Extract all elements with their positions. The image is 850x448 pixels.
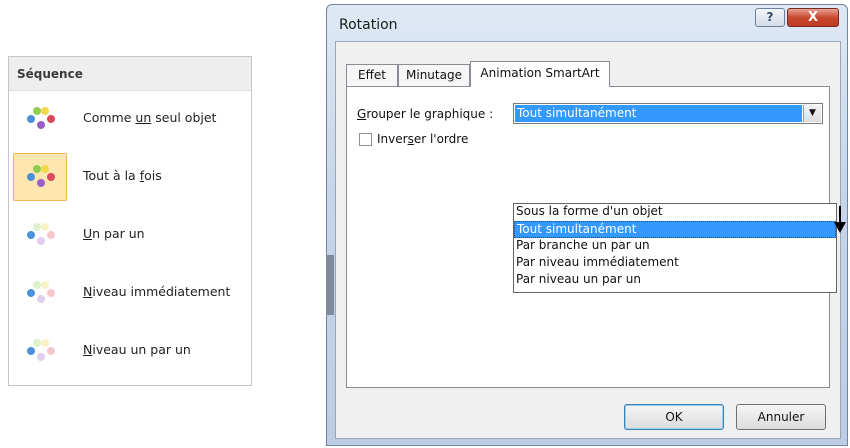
dropdown-option[interactable]: Par branche un par un	[514, 238, 836, 255]
sequence-option-as-one-object[interactable]: Comme un seul objet	[11, 93, 249, 145]
sequence-dots-icon	[27, 223, 55, 245]
sequence-option-level-one-by-one[interactable]: Niveau un par un	[11, 325, 249, 377]
sequence-option-label: Un par un	[83, 226, 145, 241]
sequence-dot	[47, 173, 55, 181]
sequence-dot	[41, 107, 49, 115]
sequence-dots-icon	[27, 281, 55, 303]
sequence-dot	[33, 339, 41, 347]
dropdown-option-selected[interactable]: Tout simultanément	[514, 221, 836, 238]
tab-effet[interactable]: Effet	[346, 64, 398, 86]
chevron-down-icon: ▼	[809, 108, 816, 118]
group-graphic-combobox[interactable]: Tout simultanément ▼	[513, 103, 823, 124]
sequence-dot	[33, 107, 41, 115]
help-button[interactable]: ?	[755, 8, 785, 27]
sequence-option-all-at-once[interactable]: Tout à la fois	[11, 151, 249, 203]
sequence-option-label: Tout à la fois	[83, 168, 162, 183]
dialog-title: Rotation	[339, 17, 398, 33]
group-graphic-label: Grouper le graphique :	[357, 107, 494, 121]
sequence-header: Séquence	[9, 57, 251, 91]
dropdown-option[interactable]: Par niveau un par un	[514, 272, 836, 289]
sequence-dot	[27, 347, 35, 355]
sequence-dot	[33, 165, 41, 173]
sequence-dot	[27, 115, 35, 123]
sequence-dots-icon	[27, 339, 55, 361]
sequence-option-label: Niveau immédiatement	[83, 284, 231, 299]
close-button[interactable]: X	[787, 8, 839, 27]
tab-minutage[interactable]: Minutage	[398, 64, 470, 86]
sequence-dot	[27, 173, 35, 181]
sequence-dot	[47, 115, 55, 123]
down-arrow-icon	[834, 206, 846, 233]
sequence-dot	[33, 223, 41, 231]
sequence-option-one-by-one[interactable]: Un par un	[11, 209, 249, 261]
sequence-dot	[37, 237, 45, 245]
sequence-option-label: Niveau un par un	[83, 342, 191, 357]
sequence-dot	[37, 295, 45, 303]
sequence-dot	[41, 339, 49, 347]
sequence-dot	[41, 165, 49, 173]
sequence-dot	[27, 231, 35, 239]
sequence-option-level-at-once[interactable]: Niveau immédiatement	[11, 267, 249, 319]
sequence-dot	[47, 347, 55, 355]
sequence-dot	[37, 353, 45, 361]
tab-animation-smartart[interactable]: Animation SmartArt	[470, 61, 610, 87]
dialog-client-area: Effet Minutage Animation SmartArt Groupe…	[335, 41, 846, 439]
dropdown-option[interactable]: Sous la forme d'un objet	[514, 204, 836, 221]
sequence-dot	[27, 289, 35, 297]
group-graphic-dropdown-list: Sous la forme d'un objet Tout simultaném…	[513, 203, 837, 293]
sequence-dot	[41, 281, 49, 289]
combobox-value: Tout simultanément	[515, 105, 802, 122]
reverse-order-checkbox[interactable]	[359, 133, 372, 146]
close-icon: X	[807, 10, 819, 25]
rotation-dialog: Rotation ? X Effet Minutage Animation Sm…	[326, 4, 848, 446]
sequence-dot	[47, 289, 55, 297]
dropdown-arrow-button[interactable]: ▼	[803, 105, 821, 122]
sequence-dots-icon	[27, 107, 55, 129]
sequence-dots-icon	[27, 165, 55, 187]
help-icon: ?	[766, 10, 774, 24]
sequence-dot	[37, 121, 45, 129]
sequence-panel: Séquence Comme un seul objet Tout à la f…	[8, 56, 252, 386]
tab-page: Grouper le graphique : Tout simultanémen…	[346, 86, 846, 388]
cancel-button[interactable]: Annuler	[736, 404, 826, 430]
ok-button[interactable]: OK	[624, 404, 724, 430]
sequence-dot	[47, 231, 55, 239]
window-edge-shadow	[326, 255, 334, 315]
dropdown-option[interactable]: Par niveau immédiatement	[514, 255, 836, 272]
reverse-order-label: Inverser l'ordre	[377, 132, 469, 146]
sequence-option-label: Comme un seul objet	[83, 110, 217, 125]
sequence-dot	[33, 281, 41, 289]
sequence-dot	[41, 223, 49, 231]
sequence-dot	[37, 179, 45, 187]
